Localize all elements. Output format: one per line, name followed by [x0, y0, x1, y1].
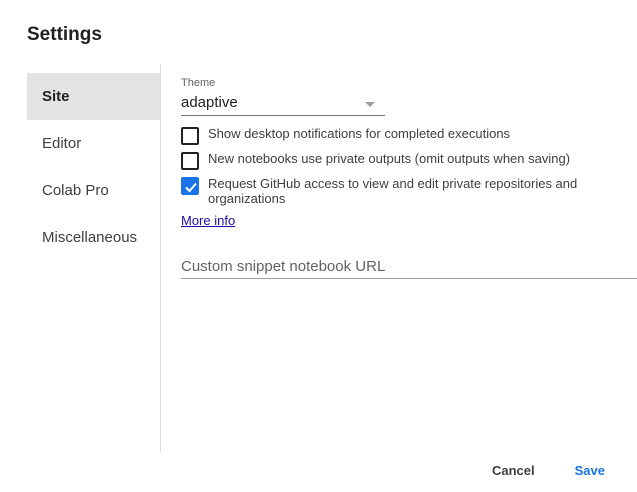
snippet-url-input[interactable]: [181, 254, 637, 279]
sidebar-item-editor[interactable]: Editor: [27, 120, 160, 167]
dialog-title: Settings: [27, 24, 102, 45]
theme-label: Theme: [181, 77, 216, 89]
more-info-link[interactable]: More info: [181, 213, 235, 228]
sidebar-item-colab-pro[interactable]: Colab Pro: [27, 167, 160, 214]
checkbox-row-desktop-notifications: Show desktop notifications for completed…: [181, 126, 637, 145]
cancel-button[interactable]: Cancel: [484, 457, 543, 484]
settings-dialog: Settings Site Editor Colab Pro Miscellan…: [0, 0, 637, 492]
github-access-checkbox[interactable]: [181, 177, 199, 195]
desktop-notifications-checkbox[interactable]: [181, 127, 199, 145]
site-settings-panel: Theme adaptive Show desktop notification…: [181, 77, 637, 279]
sidebar-item-label: Editor: [42, 135, 82, 152]
theme-select-value: adaptive: [181, 94, 238, 111]
checkbox-row-github-access: Request GitHub access to view and edit p…: [181, 176, 637, 206]
settings-sidebar: Site Editor Colab Pro Miscellaneous: [27, 73, 160, 261]
sidebar-item-label: Site: [42, 88, 70, 105]
desktop-notifications-label: Show desktop notifications for completed…: [208, 126, 511, 141]
private-outputs-label: New notebooks use private outputs (omit …: [208, 151, 571, 166]
github-access-label: Request GitHub access to view and edit p…: [208, 176, 578, 206]
sidebar-item-label: Miscellaneous: [42, 229, 138, 246]
sidebar-item-site[interactable]: Site: [27, 73, 160, 120]
sidebar-item-miscellaneous[interactable]: Miscellaneous: [27, 214, 160, 261]
sidebar-item-label: Colab Pro: [42, 182, 109, 199]
dropdown-arrow-icon: [365, 102, 375, 107]
theme-select[interactable]: adaptive: [181, 93, 385, 116]
checkbox-group: Show desktop notifications for completed…: [181, 126, 637, 206]
dialog-actions: Cancel Save: [484, 457, 613, 484]
save-button[interactable]: Save: [567, 457, 613, 484]
checkbox-row-private-outputs: New notebooks use private outputs (omit …: [181, 151, 637, 170]
sidebar-divider: [160, 64, 161, 452]
checkmark-icon: [185, 182, 197, 193]
private-outputs-checkbox[interactable]: [181, 152, 199, 170]
